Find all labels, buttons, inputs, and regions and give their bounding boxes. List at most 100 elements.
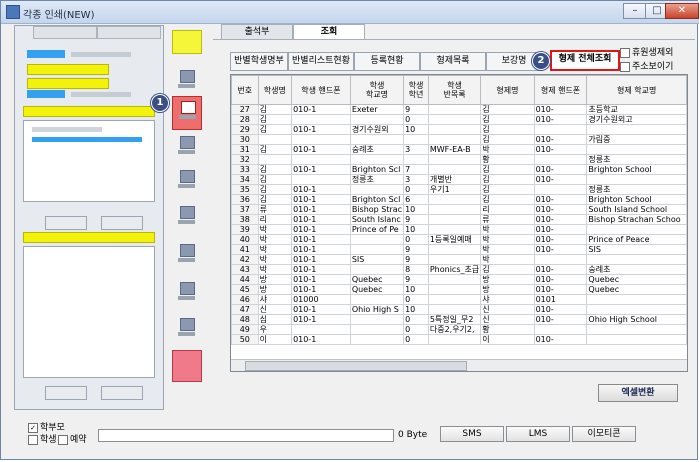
column-header[interactable]: 형제명: [480, 75, 535, 105]
tool-button[interactable]: [172, 66, 200, 98]
tool-button[interactable]: [172, 278, 200, 310]
minimize-button[interactable]: –: [623, 3, 647, 19]
left-button[interactable]: [45, 386, 87, 400]
table-row[interactable]: 31 김 010-1 숭례초 3 MWF-EA-B 박 010-: [231, 144, 687, 155]
tool-icon: [180, 206, 195, 219]
table-cell: 010-1: [291, 244, 351, 255]
tool-button[interactable]: [172, 240, 200, 272]
table-row[interactable]: 49 우 0 다중2,우기2, 황: [231, 324, 687, 335]
column-header[interactable]: 학생 반목록: [427, 75, 482, 105]
byte-count: 0 Byte: [398, 430, 428, 440]
table-row[interactable]: 33 김 010-1 Brighton Scl 7 김 010- Brighton Schoo…: [231, 164, 687, 175]
table-cell: 김: [257, 174, 293, 185]
table-row[interactable]: 28 김 0 김 010- 경기수원외고: [231, 114, 687, 125]
table-cell: 10: [403, 124, 429, 135]
blurred-text: [71, 92, 131, 97]
lms-button[interactable]: LMS: [506, 426, 570, 442]
tool-icon: [181, 101, 196, 114]
tool-button[interactable]: [172, 132, 200, 164]
selected-list[interactable]: [23, 246, 155, 378]
column-header[interactable]: 형제 학교명: [586, 75, 687, 105]
left-tab-2[interactable]: [97, 26, 161, 39]
tool-button-exit[interactable]: [172, 350, 202, 382]
left-tab-1[interactable]: [33, 26, 97, 39]
table-cell: [349, 324, 405, 335]
column-header[interactable]: 학생 핸드폰: [291, 75, 351, 105]
table-cell: 010-1: [291, 254, 351, 265]
blurred-text: [32, 127, 102, 132]
sms-button[interactable]: SMS: [440, 426, 504, 442]
tab-lookup[interactable]: 조회: [293, 24, 365, 40]
tool-button-print[interactable]: [172, 30, 202, 54]
table-cell: 0: [403, 324, 429, 335]
table-cell: 박: [480, 254, 535, 265]
table-row[interactable]: 35 김 010-1 0 우기1 김 정릉초: [231, 184, 687, 195]
table-cell: 010-1: [291, 224, 351, 235]
table-cell: 010-: [533, 214, 588, 225]
table-row[interactable]: 38 리 010-1 South Islanc 9 류 010- Bishop Stracha…: [231, 214, 687, 225]
tool-button[interactable]: [172, 166, 200, 198]
table-cell: 8: [403, 264, 429, 275]
column-header[interactable]: 학생명: [257, 75, 293, 105]
table-row[interactable]: 48 심 010-1 0 5특정일_무2 신 010- Ohio High School: [231, 314, 687, 325]
table-cell: 0: [403, 184, 429, 195]
sibling-grid[interactable]: 번호 학생명 학생 핸드폰 학생 학교명 학생 학년 학생 반목록 형제명 형제 핸드폰 형제 …: [230, 74, 688, 372]
table-cell: 38: [231, 214, 259, 225]
left-button[interactable]: [45, 216, 87, 230]
table-cell: 32: [231, 154, 259, 165]
table-row[interactable]: 46 샤 01000 0 샤 0101: [231, 294, 687, 305]
table-cell: 황: [480, 154, 535, 165]
exclude-inactive-checkbox[interactable]: 휴원생제외: [620, 45, 673, 58]
table-cell: 50: [231, 334, 259, 345]
tool-button[interactable]: [172, 314, 200, 346]
table-row[interactable]: 30 김 010- 가림중: [231, 134, 687, 145]
tool-label: [178, 332, 195, 336]
table-cell: [349, 184, 405, 195]
table-row[interactable]: 29 김 010-1 경기수원외 10 김: [231, 124, 687, 135]
table-cell: [427, 274, 482, 285]
table-row[interactable]: 43 박 010-1 8 Phonics_초급 김 010- 숭례초: [231, 264, 687, 275]
table-row[interactable]: 39 박 010-1 Prince of Pe 10 박 010-: [231, 224, 687, 235]
reservation-checkbox[interactable]: 예약: [58, 432, 87, 445]
table-cell: [291, 324, 351, 335]
table-row[interactable]: 37 류 010-1 Bishop Strac 10 리 010- South Island …: [231, 204, 687, 215]
student-checkbox[interactable]: 학생: [28, 432, 57, 445]
table-row[interactable]: 44 방 010-1 Quebec 9 방 010- Quebec: [231, 274, 687, 285]
tab-registration-status[interactable]: 등록현황: [354, 52, 420, 71]
excel-export-button[interactable]: 엑셀변환: [598, 384, 678, 402]
left-button[interactable]: [101, 216, 143, 230]
tab-class-roster[interactable]: 반별학생명부: [230, 52, 288, 71]
tool-icon: [180, 136, 195, 149]
table-cell: 0: [403, 294, 429, 305]
table-cell: 28: [231, 114, 259, 125]
message-input[interactable]: [98, 429, 394, 442]
show-address-checkbox[interactable]: 주소보이기: [620, 59, 673, 72]
table-row[interactable]: 50 이 010-1 0 이 010-: [231, 334, 687, 345]
table-row[interactable]: 41 박 010-1 9 박 010- SIS: [231, 244, 687, 255]
table-row[interactable]: 34 김 정릉초 3 개별반 김 010-: [231, 174, 687, 185]
tab-sibling-full-lookup[interactable]: 형제 전체조회: [550, 50, 620, 71]
table-row[interactable]: 32 황 정릉초: [231, 154, 687, 165]
table-row[interactable]: 42 박 010-1 SIS 9 박: [231, 254, 687, 265]
column-header[interactable]: 형제 핸드폰: [533, 75, 588, 105]
table-row[interactable]: 45 방 010-1 Quebec 10 방 010- Quebec: [231, 284, 687, 295]
horizontal-scrollbar[interactable]: [231, 359, 687, 371]
close-button[interactable]: ✕: [665, 3, 699, 19]
column-header[interactable]: 학생 학년: [403, 75, 429, 105]
table-cell: [291, 174, 351, 185]
column-header[interactable]: 학생 학교명: [349, 75, 405, 105]
tool-button-class-list[interactable]: [172, 96, 202, 130]
table-row[interactable]: 40 박 010-1 0 1등록일예매 박 010- Prince of Peace: [231, 234, 687, 245]
tool-button[interactable]: [172, 202, 200, 234]
tab-attendance[interactable]: 출석부: [221, 24, 293, 39]
left-button[interactable]: [101, 386, 143, 400]
table-row[interactable]: 36 김 010-1 Brighton Scl 6 김 010- Brighton Schoo…: [231, 194, 687, 205]
table-row[interactable]: 47 신 010-1 Ohio High S 10 신 010-: [231, 304, 687, 315]
emoticon-button[interactable]: 이모티콘: [572, 426, 636, 442]
student-list[interactable]: [23, 120, 155, 202]
tab-class-list-status[interactable]: 반별리스트현황: [288, 52, 354, 71]
column-header[interactable]: 번호: [231, 75, 259, 105]
table-row[interactable]: 27 김 010-1 Exeter 9 김 010- 초등학교: [231, 104, 687, 115]
scroll-thumb[interactable]: [245, 361, 467, 371]
tab-sibling-list[interactable]: 형제목록: [420, 52, 486, 71]
